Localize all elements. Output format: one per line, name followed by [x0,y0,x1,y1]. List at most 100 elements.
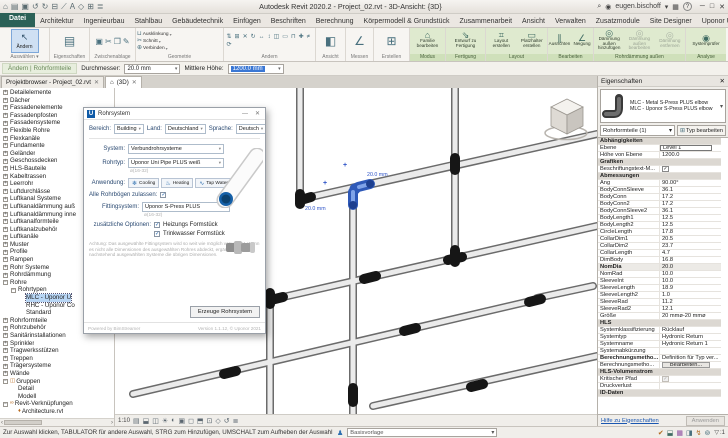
property-row[interactable]: HLS-Volumenstrom [598,369,721,376]
clipboard-tool-icon[interactable]: ▣ [95,37,103,46]
expand-icon[interactable]: − [3,280,8,285]
property-value[interactable]: 1.0 [660,292,721,299]
ribbon-tab[interactable]: Berechnung [311,16,359,27]
ribbon-tab[interactable]: Ingenieurbau [79,16,130,27]
ribbon-tab[interactable]: Site Designer [645,16,697,27]
type-selector[interactable]: MLC - Metal S-Press PLUS elbowMLC - Upon… [600,89,726,123]
design-option-select[interactable]: Basisvorlage▾ [347,428,497,437]
property-value[interactable]: 20.0 [660,264,721,271]
expand-icon[interactable]: + [3,356,8,361]
measure-icon[interactable]: ∠ [354,34,365,48]
tree-item[interactable]: + Sprinkler [0,340,114,348]
toolbar-icon[interactable]: ▤ [11,1,19,13]
modify-tool-icon[interactable]: ↻ [251,34,256,41]
chevron-down-icon[interactable]: ▾ [665,3,669,11]
toolbar-icon[interactable]: ⊞ [87,1,94,13]
worksharing-icon[interactable]: ✔ [658,429,664,437]
view-control-icon[interactable]: ⬓ [143,417,150,425]
expand-icon[interactable]: + [3,219,8,224]
expand-icon[interactable]: + [3,189,8,194]
ribbon-tab[interactable]: Ansicht [517,16,550,27]
view-control-icon[interactable]: ☀ [162,417,168,425]
help-icon[interactable]: ? [683,2,692,11]
close-icon[interactable]: ✕ [94,79,99,86]
modify-tool-icon[interactable]: ↔ [259,34,265,41]
property-row[interactable]: Beschriftungstext-M... ✓ [598,166,721,173]
toolbar-icon[interactable]: ⟋ [61,1,67,13]
toolbar-icon[interactable]: ▣ [21,1,29,13]
properties-help-link[interactable]: Hilfe zu Eigenschaften [601,418,659,424]
pipe-type-select[interactable]: Uponor Uni Pipe PLUS weiß▾ [128,158,224,168]
system-select[interactable]: Verbundrohrsysteme▾ [128,144,224,154]
drag-handle[interactable]: + [343,162,347,169]
expand-icon[interactable]: + [3,235,8,240]
property-row[interactable]: Größe 20 mmø-20 mmø [598,313,721,320]
expand-icon[interactable]: − [3,379,8,384]
application-toggle[interactable]: ♨Heating [161,178,193,188]
close-button[interactable]: ✕ [719,3,725,11]
property-value[interactable]: 18.9 [660,285,721,292]
edit-tool-button[interactable]: ∥Ausrichten [549,36,570,47]
ribbon-tab[interactable]: Körpermodell & Grundstück [359,16,455,27]
maximize-button[interactable]: □ [710,3,714,11]
view-icon[interactable]: ◧ [325,34,336,48]
tapwater-fitting-checkbox[interactable]: ✓ [154,231,160,237]
insulation-button[interactable]: ◎Dämmung außen bearbeiten [625,31,653,51]
view-control-icon[interactable]: ⬒ [197,417,204,425]
clipboard-tool-icon[interactable]: ❐ [114,37,121,46]
modify-tool-icon[interactable]: ✕ [243,34,248,41]
property-value[interactable]: 4.7 [660,250,721,257]
geometry-tool[interactable]: ✂Schnitt▾ [137,38,172,45]
apply-button[interactable]: Anwenden [686,416,725,426]
tree-item[interactable]: + Treppen [0,355,114,363]
modify-tool-icon[interactable]: ◫ [274,34,280,41]
property-row[interactable]: Systemname Hydronic Return 1 [598,341,721,348]
edit-family-button[interactable]: ⌂Familie bearbeiten [413,33,443,48]
property-row[interactable]: Druckverlust [598,383,721,390]
browser-hscrollbar[interactable]: ‹› [0,418,114,426]
expand-icon[interactable]: + [3,143,8,148]
scale-button[interactable]: 1:10 [118,417,130,424]
allow-bends-checkbox[interactable]: ✓ [160,192,166,198]
tree-item[interactable]: + Wände [0,370,114,378]
expand-icon[interactable]: + [3,326,8,331]
property-value[interactable]: 1200.0 [660,152,721,159]
view-control-icon[interactable]: ▤ [133,417,140,425]
expand-icon[interactable]: + [3,204,8,209]
selected-fitting[interactable] [349,180,374,209]
expand-icon[interactable]: + [3,174,8,179]
property-value[interactable]: Hydronic Return 1 [660,341,721,348]
tab-3d-view[interactable]: ⌂(3D)✕ [105,76,142,88]
expand-icon[interactable]: + [3,265,8,270]
property-value[interactable]: 12.1 [660,306,721,313]
modify-button[interactable]: ↖Ändern [11,29,39,53]
property-value[interactable]: 12.5 [660,215,721,222]
create-icon[interactable]: ⊞ [386,34,396,48]
insulation-button[interactable]: ◎Dämmung außen hinzufügen [595,31,623,51]
geometry-tool[interactable]: ⊕Verbinden▾ [137,45,172,52]
view-control-icon[interactable]: ↺ [224,417,230,425]
ribbon-tab[interactable]: Stahlbau [129,16,167,27]
property-value[interactable]: 20 mmø-20 mmø [660,313,721,320]
ribbon-tab[interactable]: Datei [0,13,35,27]
clipboard-tool-icon[interactable]: ✂ [105,37,112,46]
property-value[interactable]: 20.5 [660,236,721,243]
ribbon-tab[interactable]: Uponor UFH [697,16,728,27]
expand-icon[interactable]: + [3,250,8,255]
application-toggle[interactable]: ❄Cooling [128,178,159,188]
user-name[interactable]: eugen.bischoff [615,3,660,10]
ribbon-tab[interactable]: Beschriften [266,16,311,27]
toolbar-icon[interactable]: ⌂ [3,1,8,13]
expand-icon[interactable]: + [3,105,8,110]
expand-icon[interactable]: + [3,128,8,133]
property-row[interactable]: ID-Daten [598,390,721,397]
layout-button[interactable]: ▭Platzhalter erstellen [518,33,547,48]
view-control-icon[interactable]: ▣ [178,417,185,425]
view-control-icon[interactable]: ⊡ [207,417,213,425]
modify-tool-icon[interactable]: ▭ [282,34,288,41]
expand-icon[interactable]: + [3,212,8,217]
toolbar-icon[interactable]: ↻ [42,1,49,13]
scroll-thumb[interactable] [4,420,42,425]
clipboard-tool-icon[interactable]: ✎ [123,37,130,46]
property-value[interactable]: Level 1 [660,145,712,151]
